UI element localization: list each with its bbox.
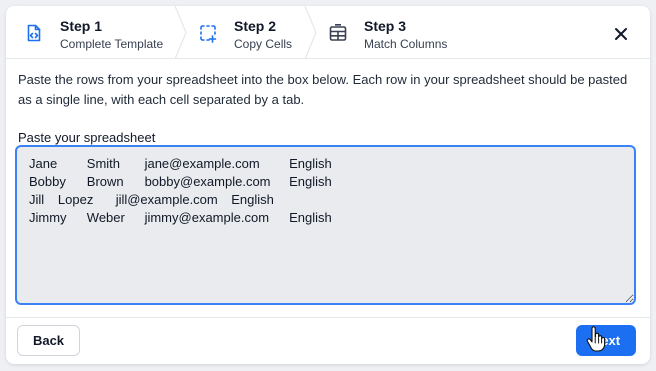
- step-3[interactable]: Step 3 Match Columns: [328, 6, 468, 59]
- step-2[interactable]: Step 2 Copy Cells: [198, 6, 318, 59]
- import-dialog: Step 1 Complete Template Step 2 Copy Cel…: [6, 6, 650, 364]
- next-button[interactable]: Next: [576, 325, 636, 356]
- step-3-title: Step 3: [364, 18, 407, 34]
- spreadsheet-paste-textarea[interactable]: Jane Smith jane@example.com English Bobb…: [15, 145, 636, 305]
- stepper: Step 1 Complete Template Step 2 Copy Cel…: [6, 6, 650, 59]
- step-3-subtitle: Match Columns: [364, 37, 448, 51]
- paste-field-label: Paste your spreadsheet: [18, 130, 156, 145]
- step-1[interactable]: Step 1 Complete Template: [24, 6, 174, 59]
- dialog-footer: Back Next: [6, 317, 650, 364]
- step-2-title: Step 2: [234, 18, 277, 34]
- chevron-right-icon: [304, 6, 318, 59]
- chevron-right-icon: [174, 6, 188, 59]
- table-icon: [328, 23, 348, 43]
- step-1-subtitle: Complete Template: [60, 37, 164, 51]
- file-code-icon: [24, 23, 44, 43]
- close-icon[interactable]: [610, 23, 632, 45]
- instructions-text: Paste the rows from your spreadsheet int…: [18, 72, 628, 107]
- back-button[interactable]: Back: [17, 325, 80, 356]
- step-2-subtitle: Copy Cells: [234, 37, 293, 51]
- step-1-title: Step 1: [60, 18, 103, 34]
- dashed-select-plus-icon: [198, 23, 218, 43]
